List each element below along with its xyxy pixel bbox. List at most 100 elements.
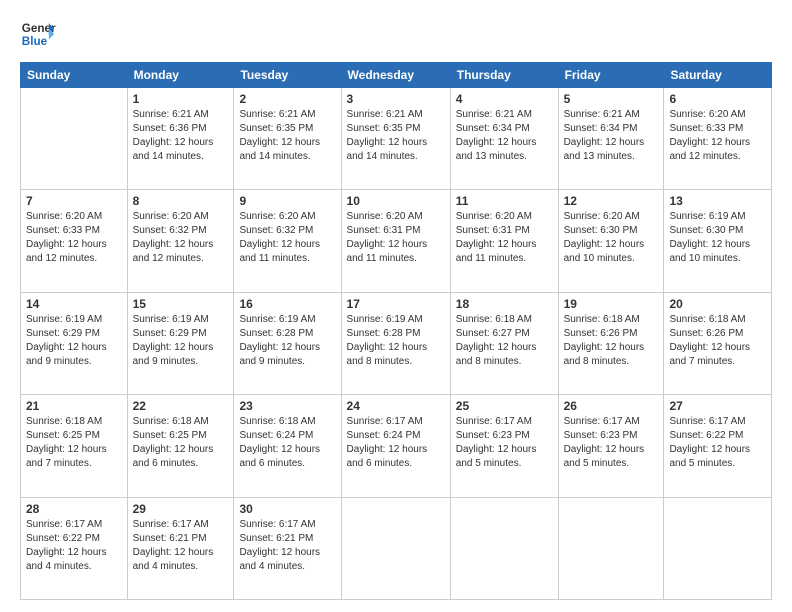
cell-info: Sunrise: 6:17 AM	[239, 518, 335, 532]
day-number: 11	[456, 194, 553, 208]
day-header-monday: Monday	[127, 63, 234, 88]
day-header-thursday: Thursday	[450, 63, 558, 88]
calendar-cell: 22Sunrise: 6:18 AMSunset: 6:25 PMDayligh…	[127, 395, 234, 497]
cell-info: Daylight: 12 hours	[347, 136, 445, 150]
cell-info: Sunset: 6:26 PM	[669, 327, 766, 341]
day-number: 20	[669, 297, 766, 311]
cell-info: Sunrise: 6:18 AM	[456, 313, 553, 327]
cell-info: Sunset: 6:27 PM	[456, 327, 553, 341]
cell-info: and 8 minutes.	[564, 355, 659, 369]
calendar-week-1: 1Sunrise: 6:21 AMSunset: 6:36 PMDaylight…	[21, 88, 772, 190]
cell-info: Daylight: 12 hours	[239, 238, 335, 252]
cell-info: Daylight: 12 hours	[456, 341, 553, 355]
cell-info: and 5 minutes.	[669, 457, 766, 471]
cell-info: Daylight: 12 hours	[669, 238, 766, 252]
day-number: 3	[347, 92, 445, 106]
cell-info: and 5 minutes.	[456, 457, 553, 471]
day-number: 29	[133, 502, 229, 516]
day-number: 17	[347, 297, 445, 311]
day-number: 15	[133, 297, 229, 311]
cell-info: Sunset: 6:24 PM	[239, 429, 335, 443]
cell-info: Sunset: 6:34 PM	[456, 122, 553, 136]
cell-info: Sunrise: 6:20 AM	[26, 210, 122, 224]
calendar-week-4: 21Sunrise: 6:18 AMSunset: 6:25 PMDayligh…	[21, 395, 772, 497]
cell-info: Sunset: 6:23 PM	[456, 429, 553, 443]
day-number: 23	[239, 399, 335, 413]
cell-info: and 14 minutes.	[133, 150, 229, 164]
cell-info: Daylight: 12 hours	[347, 443, 445, 457]
calendar-cell: 1Sunrise: 6:21 AMSunset: 6:36 PMDaylight…	[127, 88, 234, 190]
calendar-cell: 23Sunrise: 6:18 AMSunset: 6:24 PMDayligh…	[234, 395, 341, 497]
cell-info: and 13 minutes.	[456, 150, 553, 164]
cell-info: Daylight: 12 hours	[239, 136, 335, 150]
cell-info: Sunrise: 6:20 AM	[564, 210, 659, 224]
day-header-sunday: Sunday	[21, 63, 128, 88]
cell-info: Sunrise: 6:18 AM	[133, 415, 229, 429]
day-number: 21	[26, 399, 122, 413]
calendar-cell: 4 Sunrise: 6:21 AMSunset: 6:34 PMDaylight…	[450, 88, 558, 190]
cell-info: Daylight: 12 hours	[133, 546, 229, 560]
calendar-cell: 12Sunrise: 6:20 AMSunset: 6:30 PMDayligh…	[558, 190, 664, 292]
cell-info: and 8 minutes.	[347, 355, 445, 369]
calendar-cell: 3Sunrise: 6:21 AMSunset: 6:35 PMDaylight…	[341, 88, 450, 190]
cell-info: Daylight: 12 hours	[564, 136, 659, 150]
svg-text:Blue: Blue	[22, 35, 48, 48]
cell-info: Sunset: 6:31 PM	[347, 224, 445, 238]
day-number: 2	[239, 92, 335, 106]
cell-info: Sunset: 6:34 PM	[564, 122, 659, 136]
cell-info: Sunset: 6:32 PM	[239, 224, 335, 238]
cell-info: Daylight: 12 hours	[456, 443, 553, 457]
cell-info: Sunset: 6:36 PM	[133, 122, 229, 136]
cell-info: and 4 minutes.	[133, 560, 229, 574]
cell-info: Daylight: 12 hours	[26, 546, 122, 560]
cell-info: Sunrise: 6:21 AM	[456, 108, 553, 122]
day-number: 19	[564, 297, 659, 311]
cell-info: Sunrise: 6:21 AM	[239, 108, 335, 122]
day-number: 9	[239, 194, 335, 208]
cell-info: and 9 minutes.	[133, 355, 229, 369]
calendar-cell: 27Sunrise: 6:17 AMSunset: 6:22 PMDayligh…	[664, 395, 772, 497]
cell-info: Sunset: 6:30 PM	[564, 224, 659, 238]
header: General Blue	[20, 16, 772, 52]
calendar-cell	[21, 88, 128, 190]
day-number: 18	[456, 297, 553, 311]
cell-info: Sunrise: 6:17 AM	[564, 415, 659, 429]
calendar-cell: 7Sunrise: 6:20 AMSunset: 6:33 PMDaylight…	[21, 190, 128, 292]
day-number: 4	[456, 92, 553, 106]
cell-info: Sunrise: 6:20 AM	[239, 210, 335, 224]
day-number: 27	[669, 399, 766, 413]
cell-info: Sunset: 6:29 PM	[26, 327, 122, 341]
cell-info: Sunset: 6:33 PM	[26, 224, 122, 238]
calendar-week-3: 14 Sunrise: 6:19 AMSunset: 6:29 PM Dayligh…	[21, 292, 772, 394]
cell-info: and 4 minutes.	[239, 560, 335, 574]
cell-info: and 5 minutes.	[564, 457, 659, 471]
day-number: 12	[564, 194, 659, 208]
calendar-cell	[558, 497, 664, 599]
cell-info: Sunset: 6:35 PM	[239, 122, 335, 136]
calendar-cell: 26Sunrise: 6:17 AMSunset: 6:23 PMDayligh…	[558, 395, 664, 497]
calendar-cell: 13Sunrise: 6:19 AMSunset: 6:30 PMDayligh…	[664, 190, 772, 292]
calendar-cell	[664, 497, 772, 599]
calendar-cell: 6Sunrise: 6:20 AMSunset: 6:33 PMDaylight…	[664, 88, 772, 190]
day-number: 28	[26, 502, 122, 516]
cell-info: Daylight: 12 hours	[564, 443, 659, 457]
cell-info: and 13 minutes.	[564, 150, 659, 164]
cell-info: Daylight: 12 hours	[239, 546, 335, 560]
cell-info: and 10 minutes.	[669, 252, 766, 266]
calendar-header-row: SundayMondayTuesdayWednesdayThursdayFrid…	[21, 63, 772, 88]
cell-info: Sunrise: 6:20 AM	[456, 210, 553, 224]
day-number: 30	[239, 502, 335, 516]
cell-info: Daylight: 12 hours	[456, 136, 553, 150]
cell-info: Sunrise: 6:19 AM	[26, 313, 122, 327]
day-number: 13	[669, 194, 766, 208]
cell-info: Sunset: 6:35 PM	[347, 122, 445, 136]
calendar-cell: 14Sunrise: 6:19 AMSunset: 6:29 PMDayligh…	[21, 292, 128, 394]
day-number: 14	[26, 297, 122, 311]
cell-info: and 10 minutes.	[564, 252, 659, 266]
cell-info: and 6 minutes.	[239, 457, 335, 471]
cell-info: and 12 minutes.	[669, 150, 766, 164]
cell-info: and 9 minutes.	[239, 355, 335, 369]
calendar-cell: 15Sunrise: 6:19 AMSunset: 6:29 PMDayligh…	[127, 292, 234, 394]
calendar-cell: 10Sunrise: 6:20 AMSunset: 6:31 PMDayligh…	[341, 190, 450, 292]
cell-info: Sunrise: 6:20 AM	[133, 210, 229, 224]
